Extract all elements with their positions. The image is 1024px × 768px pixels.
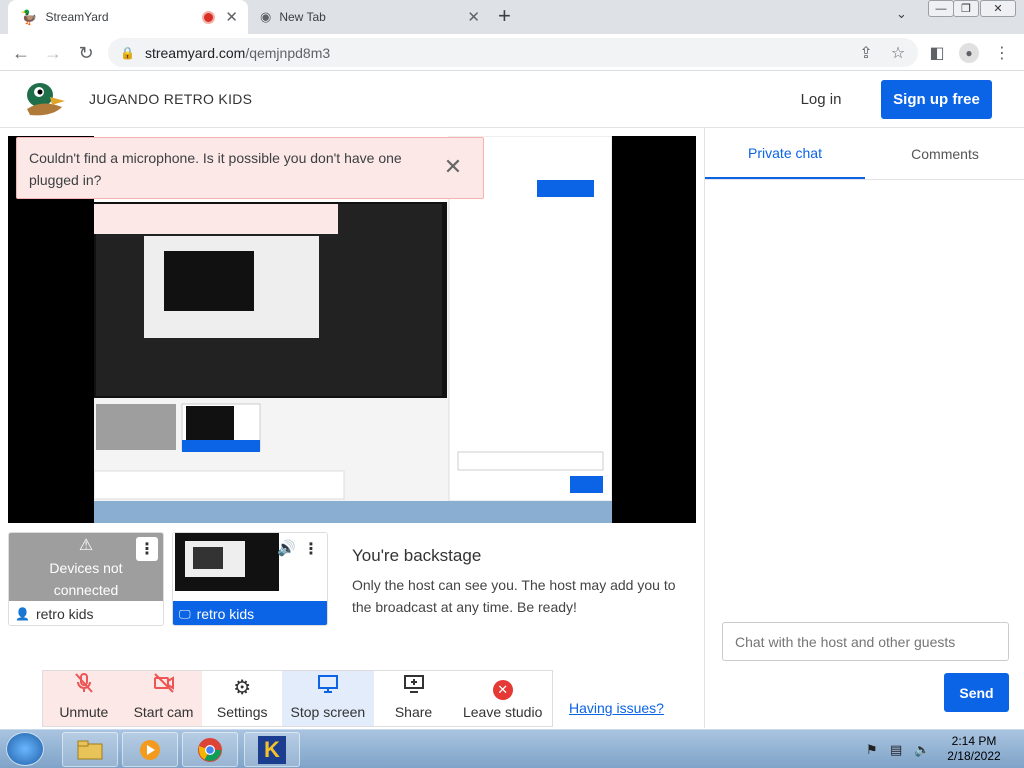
clock-time: 2:14 PM bbox=[951, 734, 997, 748]
close-tab-icon[interactable]: ✕ bbox=[225, 8, 238, 26]
bookmark-star-icon[interactable]: ☆ bbox=[885, 40, 911, 66]
tab-new-tab[interactable]: ◉ New Tab ✕ bbox=[250, 0, 490, 34]
volume-icon[interactable]: 🔈 bbox=[914, 742, 930, 758]
mic-off-icon bbox=[74, 672, 94, 700]
maximize-button[interactable]: ❐ bbox=[953, 0, 979, 17]
backstage-title: You're backstage bbox=[352, 546, 482, 565]
having-issues-link[interactable]: Having issues? bbox=[569, 700, 664, 716]
browser-toolbar: ← → ↻ 🔒 streamyard.com/qemjnpd8m3 ⇪ ☆ ◧ … bbox=[0, 34, 1024, 71]
login-link[interactable]: Log in bbox=[790, 87, 852, 113]
k-app-icon[interactable]: K bbox=[244, 732, 300, 767]
settings-button[interactable]: ⚙ Settings bbox=[202, 671, 282, 726]
clock-date: 2/18/2022 bbox=[947, 749, 1001, 763]
chrome-favicon-icon: ◉ bbox=[260, 9, 272, 24]
media-player-icon[interactable] bbox=[122, 732, 178, 767]
app-header: JUGANDO RETRO KIDS Log in Sign up free bbox=[0, 71, 1024, 128]
chrome-icon[interactable] bbox=[182, 732, 238, 767]
start-cam-button[interactable]: Start cam bbox=[124, 671, 203, 726]
share-icon bbox=[403, 674, 425, 700]
windows-start-icon[interactable] bbox=[6, 732, 44, 766]
backstage-text: Only the host can see you. The host may … bbox=[352, 577, 676, 615]
stop-screen-button[interactable]: Stop screen bbox=[282, 671, 374, 726]
chat-input[interactable] bbox=[722, 622, 1009, 661]
backstage-info: You're backstage Only the host can see y… bbox=[338, 532, 696, 626]
url-path: /qemjnpd8m3 bbox=[245, 44, 331, 61]
network-alert-icon[interactable]: ⚑ bbox=[866, 742, 878, 758]
signup-button[interactable]: Sign up free bbox=[881, 80, 992, 119]
speaker-icon[interactable]: 🔊 bbox=[277, 539, 296, 557]
recording-indicator-icon bbox=[202, 10, 216, 24]
streamyard-favicon-icon: 🦆 bbox=[20, 8, 38, 25]
control-label: Start cam bbox=[133, 704, 194, 720]
gear-icon: ⚙ bbox=[233, 677, 252, 699]
tab-streamyard[interactable]: 🦆 StreamYard ✕ bbox=[8, 0, 248, 34]
chat-panel: Private chat Comments Send bbox=[704, 128, 1024, 728]
tile-footer: 🖵 retro kids bbox=[173, 601, 327, 625]
control-label: Share bbox=[394, 704, 433, 720]
back-arrow-icon[interactable]: ← bbox=[8, 40, 34, 66]
browser-tab-strip: 🦆 StreamYard ✕ ◉ New Tab ✕ + ⌄ — ❐ ✕ bbox=[0, 0, 1024, 34]
participant-tile-screen[interactable]: 🔊 ⋮ 🖵 retro kids bbox=[172, 532, 328, 626]
lock-icon: 🔒 bbox=[120, 45, 135, 60]
forward-arrow-icon[interactable]: → bbox=[40, 40, 66, 66]
side-panel-icon[interactable]: ◧ bbox=[924, 40, 950, 66]
tile-options-icon[interactable]: ⋮ bbox=[136, 537, 158, 561]
duck-logo-icon bbox=[22, 79, 66, 119]
control-label: Stop screen bbox=[290, 704, 366, 720]
leave-studio-button[interactable]: ✕ Leave studio bbox=[453, 671, 552, 726]
monitor-icon bbox=[317, 674, 339, 700]
control-label: Unmute bbox=[59, 704, 109, 720]
studio-controls: Unmute Start cam ⚙ Settings Stop screen … bbox=[42, 670, 553, 727]
tab-title: StreamYard bbox=[45, 10, 109, 24]
address-bar[interactable]: 🔒 streamyard.com/qemjnpd8m3 bbox=[108, 38, 918, 67]
share-page-icon[interactable]: ⇪ bbox=[853, 40, 879, 66]
alert-close-icon[interactable]: ✕ bbox=[440, 154, 466, 180]
control-label: Leave studio bbox=[462, 704, 543, 720]
url-host: streamyard.com bbox=[144, 44, 246, 61]
profile-avatar-icon[interactable]: ● bbox=[956, 40, 982, 66]
participant-name: retro kids bbox=[35, 606, 94, 622]
camera-off-icon bbox=[153, 672, 175, 700]
studio-title: JUGANDO RETRO KIDS bbox=[89, 91, 253, 107]
browser-menu-icon[interactable]: ⋮ bbox=[989, 40, 1015, 66]
file-explorer-icon[interactable] bbox=[62, 732, 118, 767]
tab-private-chat[interactable]: Private chat bbox=[705, 128, 865, 179]
control-label: Settings bbox=[216, 704, 268, 720]
new-tab-button[interactable]: + bbox=[498, 3, 511, 29]
person-icon: 👤 bbox=[15, 607, 30, 621]
tile-options-icon[interactable]: ⋮ bbox=[300, 537, 322, 561]
windows-taskbar: K ⚑ ▤ 🔈 2:14 PM 2/18/2022 bbox=[0, 729, 1024, 768]
tab-comments[interactable]: Comments bbox=[865, 128, 1024, 179]
participant-name: retro kids bbox=[196, 606, 255, 622]
close-tab-icon[interactable]: ✕ bbox=[467, 8, 480, 26]
system-clock[interactable]: 2:14 PM 2/18/2022 bbox=[938, 734, 1010, 764]
reload-icon[interactable]: ↻ bbox=[73, 40, 99, 66]
leave-icon: ✕ bbox=[492, 677, 513, 700]
send-button[interactable]: Send bbox=[944, 673, 1009, 712]
network-icon[interactable]: ▤ bbox=[890, 742, 902, 758]
unmute-button[interactable]: Unmute bbox=[43, 671, 125, 726]
participant-tile-camera[interactable]: ⚠ Devices not connected ⋮ 👤 retro kids bbox=[8, 532, 164, 626]
minimize-button[interactable]: — bbox=[928, 0, 954, 17]
chat-tabs-divider bbox=[705, 179, 1024, 180]
screen-monitor-icon: 🖵 bbox=[179, 606, 191, 621]
fullscreen-icon[interactable] bbox=[676, 632, 698, 654]
alert-message: Couldn't find a microphone. Is it possib… bbox=[29, 150, 402, 188]
device-status-text: Devices not connected bbox=[49, 560, 123, 598]
tab-search-chevron-icon[interactable]: ⌄ bbox=[896, 6, 907, 22]
microphone-alert: Couldn't find a microphone. Is it possib… bbox=[16, 137, 484, 199]
tab-title: New Tab bbox=[279, 10, 326, 24]
tile-footer: 👤 retro kids bbox=[9, 601, 163, 625]
window-close-button[interactable]: ✕ bbox=[980, 0, 1016, 17]
share-button[interactable]: Share bbox=[374, 671, 454, 726]
